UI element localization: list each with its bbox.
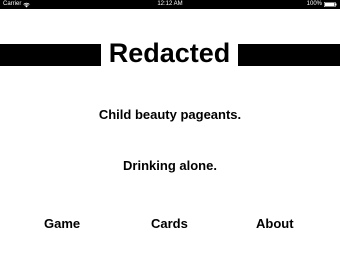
title-banner-right-bar — [238, 44, 340, 66]
app-title: Redacted — [108, 38, 231, 68]
status-time: 12:12 AM — [157, 1, 183, 7]
nav-cards-button[interactable]: Cards — [151, 216, 188, 232]
card-text-2: Drinking alone. — [123, 158, 217, 173]
status-right: 100% — [307, 0, 337, 9]
card-text-1: Child beauty pageants. — [98, 107, 242, 122]
title-banner-left-bar — [0, 44, 101, 66]
status-bar: Carrier 12:12 AM 100% — [0, 0, 340, 9]
app-screen: Carrier 12:12 AM 100% Redacted Child bea… — [0, 0, 340, 255]
nav-about-button[interactable]: About — [256, 216, 294, 232]
battery-icon — [324, 2, 337, 7]
battery-percent: 100% — [306, 1, 322, 7]
nav-game-button[interactable]: Game — [44, 216, 80, 232]
